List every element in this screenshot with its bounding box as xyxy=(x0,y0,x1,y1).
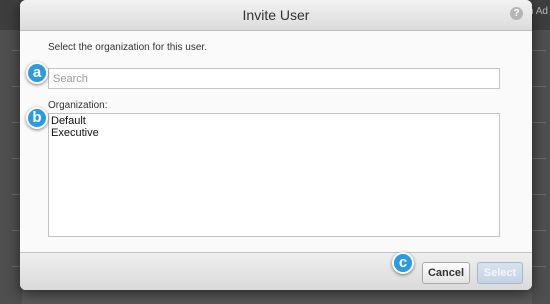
background-divider xyxy=(532,194,546,195)
callout-badge-c: c xyxy=(392,252,414,274)
cancel-button[interactable]: Cancel xyxy=(422,262,470,284)
background-divider xyxy=(12,122,20,123)
background-right-column xyxy=(532,30,550,304)
background-divider xyxy=(12,158,20,159)
background-divider xyxy=(532,158,546,159)
background-divider xyxy=(532,86,546,87)
background-divider xyxy=(12,230,20,231)
background-divider xyxy=(12,194,20,195)
background-divider xyxy=(12,86,20,87)
organization-item-executive[interactable]: Executive xyxy=(51,127,497,139)
search-input[interactable] xyxy=(48,68,500,89)
dialog-header: Invite User ? xyxy=(20,0,532,31)
instruction-text: Select the organization for this user. xyxy=(48,42,207,53)
background-left-column xyxy=(0,30,22,304)
help-icon[interactable]: ? xyxy=(510,7,523,20)
background-divider xyxy=(532,230,546,231)
organization-item-default[interactable]: Default xyxy=(51,115,497,127)
select-button[interactable]: Select xyxy=(477,262,523,284)
invite-user-dialog: Invite User ? Select the organization fo… xyxy=(20,0,532,290)
background-divider xyxy=(532,122,546,123)
callout-badge-a: a xyxy=(26,62,48,84)
organization-list[interactable]: Default Executive xyxy=(48,113,500,237)
background-divider xyxy=(532,50,546,51)
background-divider xyxy=(12,50,20,51)
dialog-footer: Cancel Select xyxy=(20,252,532,290)
background-divider xyxy=(12,266,20,267)
background-divider xyxy=(532,266,546,267)
dialog-title: Invite User xyxy=(242,7,310,23)
callout-badge-b: b xyxy=(26,107,48,129)
organization-label: Organization: xyxy=(48,100,108,111)
